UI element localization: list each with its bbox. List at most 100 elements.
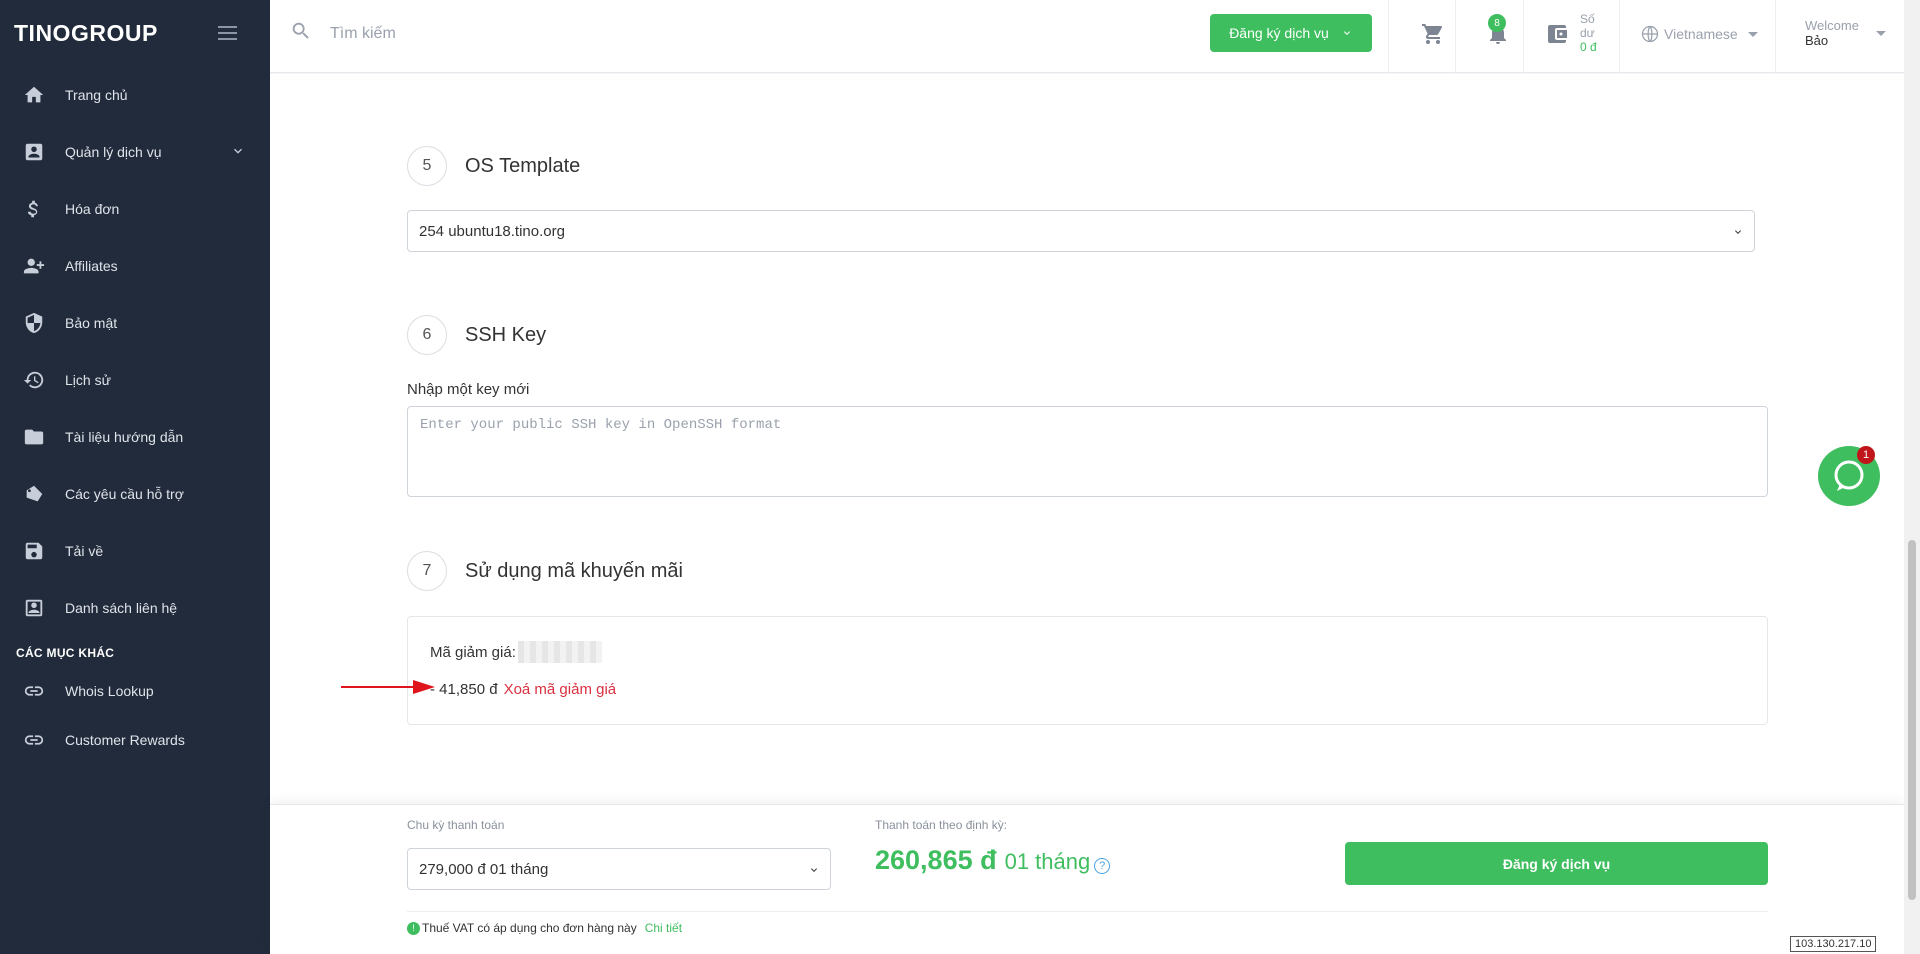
chat-badge: 1 [1857, 446, 1875, 464]
balance-amount: 0 đ [1580, 40, 1597, 54]
sidebar-item-invoices[interactable]: Hóa đơn [0, 180, 270, 237]
chevron-down-icon [1343, 31, 1350, 35]
sidebar-item-contacts[interactable]: Danh sách liên hệ [0, 579, 270, 636]
ssh-key-label: Nhập một key mới [407, 381, 530, 398]
language-label: Vietnamese [1664, 26, 1738, 42]
sidebar-nav: Trang chủ Quản lý dịch vụ Hóa đơn Affili… [0, 66, 270, 764]
promo-code-row: Mã giảm giá: [430, 641, 602, 663]
os-template-value: 254 ubuntu18.tino.org [419, 222, 565, 240]
promo-discount-row: - 41,850 đ Xoá mã giảm giá [430, 681, 616, 698]
annotation-arrow-icon [341, 680, 435, 694]
topbar-divider [1619, 0, 1620, 73]
register-service-button[interactable]: Đăng ký dịch vụ [1345, 842, 1768, 885]
step-number: 6 [407, 315, 447, 355]
user-name: Bảo [1805, 33, 1829, 48]
balance-label: Số dư [1580, 12, 1595, 40]
register-service-dropdown-button[interactable]: Đăng ký dịch vụ [1210, 14, 1372, 52]
wallet-icon[interactable] [1545, 22, 1569, 46]
sidebar-item-label: Quản lý dịch vụ [65, 143, 162, 160]
sidebar-item-label: Tài liệu hướng dẫn [65, 428, 184, 445]
remove-promo-link[interactable]: Xoá mã giảm giá [504, 681, 617, 698]
recurring-payment: 260,865 đ 01 tháng ? [875, 845, 1111, 876]
sidebar-item-history[interactable]: Lịch sử [0, 351, 270, 408]
vat-text: Thuế VAT có áp dụng cho đơn hàng này [422, 921, 637, 935]
sidebar-item-services[interactable]: Quản lý dịch vụ [0, 123, 270, 180]
recurring-payment-label: Thanh toán theo định kỳ: [875, 818, 1008, 832]
search-input[interactable] [330, 24, 630, 43]
sidebar-item-label: Tải về [65, 542, 104, 559]
step-number: 5 [407, 146, 447, 186]
sidebar-item-support[interactable]: Các yêu cầu hỗ trợ [0, 465, 270, 522]
ticket-icon [22, 482, 46, 506]
logo[interactable]: TINOGROUP [14, 20, 158, 47]
contact-icon [22, 596, 46, 620]
menu-toggle-icon[interactable] [218, 26, 237, 40]
user-menu[interactable]: Welcome Bảo [1805, 18, 1859, 48]
scroll-thumb[interactable] [1908, 540, 1916, 900]
sidebar-item-label: Whois Lookup [65, 682, 154, 699]
document-icon [22, 425, 46, 449]
topbar-divider [1388, 0, 1389, 73]
register-service-label: Đăng ký dịch vụ [1229, 25, 1329, 41]
chevron-down-icon [1732, 225, 1744, 237]
sidebar-item-whois[interactable]: Whois Lookup [0, 666, 270, 715]
balance[interactable]: Số dư 0 đ [1580, 12, 1597, 54]
promo-code-label: Mã giảm giá: [430, 643, 516, 661]
page-scrollbar[interactable] [1904, 0, 1920, 954]
globe-icon [1641, 25, 1659, 43]
sidebar-item-label: Affiliates [65, 257, 118, 274]
sidebar-item-rewards[interactable]: Customer Rewards [0, 715, 270, 764]
order-form: 5 OS Template 254 ubuntu18.tino.org 6 SS… [270, 74, 1904, 804]
chevron-down-icon [230, 143, 246, 159]
users-plus-icon [22, 254, 46, 278]
welcome-label: Welcome [1805, 18, 1859, 33]
promo-code-box: Mã giảm giá: - 41,850 đ Xoá mã giảm giá [407, 616, 1768, 725]
sidebar-item-security[interactable]: Bảo mật [0, 294, 270, 351]
step-os-template: 5 OS Template [407, 146, 580, 186]
vat-details-link[interactable]: Chi tiết [645, 921, 682, 935]
recurring-period: 01 tháng [1004, 849, 1091, 874]
sidebar-item-affiliates[interactable]: Affiliates [0, 237, 270, 294]
chevron-down-icon [808, 863, 820, 875]
order-summary-bar: Chu kỳ thanh toán 279,000 đ 01 tháng Tha… [270, 804, 1904, 954]
info-icon: ! [407, 921, 420, 935]
sidebar-item-docs[interactable]: Tài liệu hướng dẫn [0, 408, 270, 465]
vat-notice: ! Thuế VAT có áp dụng cho đơn hàng này C… [407, 921, 682, 935]
step-number: 7 [407, 551, 447, 591]
sidebar-item-label: Bảo mật [65, 314, 118, 331]
os-template-select[interactable]: 254 ubuntu18.tino.org [407, 210, 1755, 252]
discount-amount: - 41,850 đ [430, 681, 498, 698]
promo-code-value-redacted [517, 641, 602, 663]
billing-cycle-label: Chu kỳ thanh toán [407, 818, 505, 832]
recurring-amount: 260,865 đ [875, 845, 997, 875]
home-icon [22, 83, 46, 107]
history-icon [22, 368, 46, 392]
sidebar-section-title: CÁC MỤC KHÁC [16, 646, 115, 660]
sidebar-item-label: Lịch sử [65, 371, 111, 388]
divider [407, 911, 1768, 912]
sidebar-item-home[interactable]: Trang chủ [0, 66, 270, 123]
sidebar: TINOGROUP Trang chủ Quản lý dịch vụ Hóa … [0, 0, 270, 954]
billing-cycle-value: 279,000 đ 01 tháng [419, 860, 549, 878]
search-icon[interactable] [290, 20, 312, 47]
ssh-key-input[interactable] [407, 406, 1768, 497]
topbar: Đăng ký dịch vụ 8 Số dư 0 đ Vietnamese W… [270, 0, 1920, 73]
topbar-divider [1523, 0, 1524, 73]
step-title: OS Template [465, 154, 581, 177]
topbar-divider [1775, 0, 1776, 73]
sidebar-item-downloads[interactable]: Tải về [0, 522, 270, 579]
help-icon[interactable]: ? [1094, 858, 1111, 874]
caret-down-icon[interactable] [1876, 31, 1886, 36]
language-selector[interactable]: Vietnamese [1640, 24, 1758, 44]
shield-icon [22, 311, 46, 335]
sidebar-item-label: Các yêu cầu hỗ trợ [65, 485, 184, 502]
billing-cycle-select[interactable]: 279,000 đ 01 tháng [407, 848, 831, 890]
sidebar-item-label: Danh sách liên hệ [65, 599, 178, 616]
topbar-divider [1455, 0, 1456, 73]
step-promo-code: 7 Sử dụng mã khuyến mãi [407, 551, 683, 591]
ip-address-label: 103.130.217.10 [1790, 936, 1877, 952]
caret-down-icon [1747, 31, 1758, 37]
save-icon [22, 539, 46, 563]
step-title: SSH Key [465, 323, 547, 346]
cart-icon[interactable] [1421, 22, 1445, 46]
